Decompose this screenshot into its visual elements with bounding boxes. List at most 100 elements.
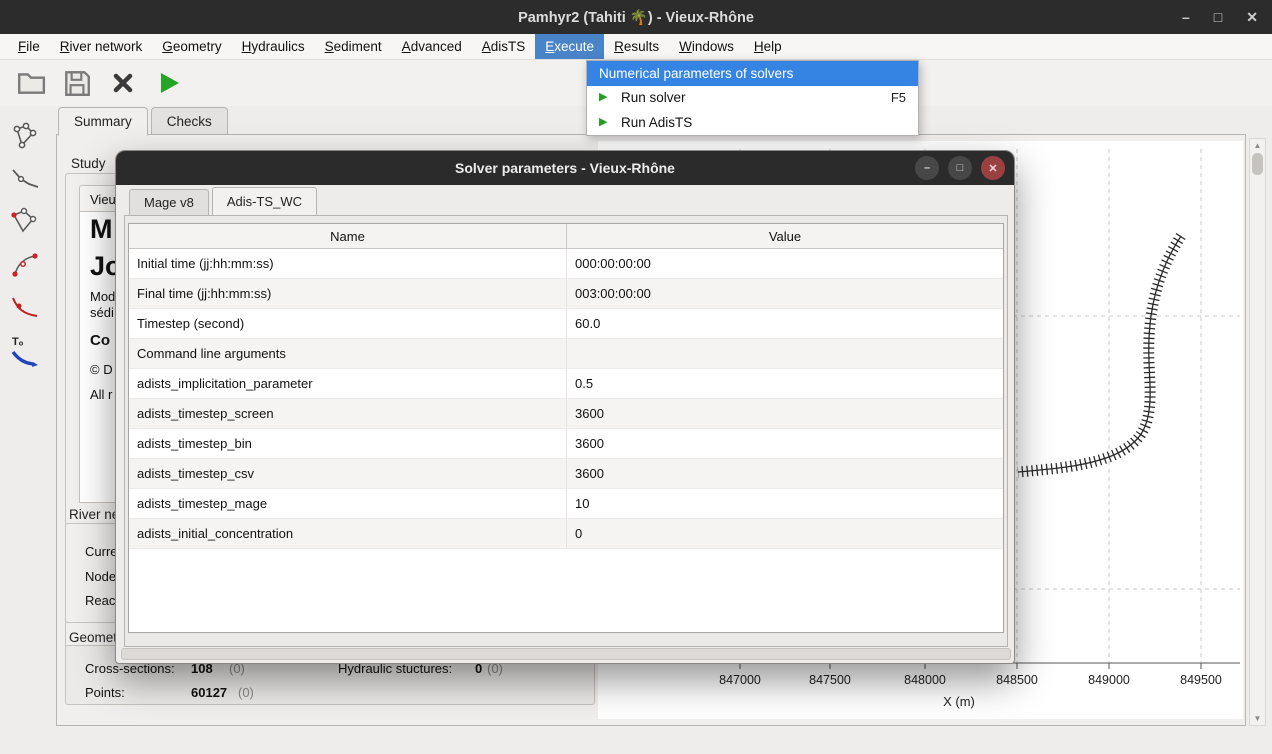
param-name-cell: adists_implicitation_parameter xyxy=(129,369,567,398)
table-row[interactable]: Initial time (jj:hh:mm:ss)000:00:00:00 xyxy=(129,249,1003,279)
sidebar-network-node-red-icon-button[interactable] xyxy=(9,249,41,281)
dialog-titlebar: Solver parameters - Vieux-Rhône – □ ✕ xyxy=(116,151,1014,185)
menu-label: Windows xyxy=(679,39,734,54)
play-icon: ▶ xyxy=(599,117,614,128)
sidebar-slope-red-icon-button[interactable] xyxy=(9,292,41,324)
network-node-red-icon xyxy=(10,250,40,280)
table-row[interactable]: Timestep (second)60.0 xyxy=(129,309,1003,339)
scrollbar-thumb[interactable] xyxy=(1252,153,1263,175)
x-tick-label: 847000 xyxy=(719,673,761,687)
svg-text:Tₒ: Tₒ xyxy=(12,336,24,348)
dialog-title: Solver parameters - Vieux-Rhône xyxy=(455,160,675,176)
menu-execute[interactable]: Execute xyxy=(535,34,604,59)
menu-label: Advanced xyxy=(402,39,462,54)
menu-item-label: Run solver xyxy=(621,90,686,105)
menu-item-run-adists[interactable]: ▶Run AdisTS xyxy=(587,110,918,135)
param-value-cell[interactable]: 3600 xyxy=(567,399,1003,428)
menu-advanced[interactable]: Advanced xyxy=(392,34,472,59)
menu-label: Hydraulics xyxy=(242,39,305,54)
dialog-minimize-icon[interactable]: – xyxy=(915,156,939,180)
param-name-cell: adists_timestep_csv xyxy=(129,459,567,488)
close-icon[interactable]: ✕ xyxy=(1246,9,1258,26)
param-value-cell[interactable]: 3600 xyxy=(567,429,1003,458)
param-value-cell[interactable]: 10 xyxy=(567,489,1003,518)
param-value-cell[interactable]: 0.5 xyxy=(567,369,1003,398)
param-value-cell[interactable]: 003:00:00:00 xyxy=(567,279,1003,308)
menu-geometry[interactable]: Geometry xyxy=(152,34,231,59)
menu-label: AdisTS xyxy=(482,39,526,54)
table-row[interactable]: adists_timestep_screen3600 xyxy=(129,399,1003,429)
menu-item-label: Numerical parameters of solvers xyxy=(599,66,793,81)
titlebar: Pamhyr2 (Tahiti 🌴) - Vieux-Rhône – □ ✕ xyxy=(0,0,1272,34)
menu-file[interactable]: File xyxy=(8,34,50,59)
table-row[interactable]: Command line arguments xyxy=(129,339,1003,369)
tab-checks[interactable]: Checks xyxy=(151,107,228,135)
vertical-scrollbar[interactable]: ▲ ▼ xyxy=(1249,138,1266,726)
close-study-button[interactable] xyxy=(106,66,140,100)
x-tick-label: 849000 xyxy=(1088,673,1130,687)
dialog-close-icon[interactable]: ✕ xyxy=(981,156,1005,180)
menu-item-run-solver[interactable]: ▶Run solverF5 xyxy=(587,86,918,111)
sidebar-profile-icon-button[interactable] xyxy=(9,163,41,195)
table-header-name: Name xyxy=(129,224,567,248)
save-icon xyxy=(62,68,92,98)
param-value-cell[interactable]: 60.0 xyxy=(567,309,1003,338)
menu-sediment[interactable]: Sediment xyxy=(315,34,392,59)
param-name-cell: Initial time (jj:hh:mm:ss) xyxy=(129,249,567,278)
sidebar-translate-blue-icon-button[interactable]: Tₒ xyxy=(9,335,41,367)
x-tick-label: 848500 xyxy=(996,673,1038,687)
doc-line-5: All r xyxy=(90,387,112,402)
stat-points-extra: (0) xyxy=(238,685,254,700)
doc-line-4: © D xyxy=(90,362,113,377)
param-value-cell[interactable]: 000:00:00:00 xyxy=(567,249,1003,278)
dialog-tab-mage-v8[interactable]: Mage v8 xyxy=(129,189,209,215)
x-axis-title: X (m) xyxy=(943,694,975,709)
menu-label: Geometry xyxy=(162,39,221,54)
doc-line-1: Mod xyxy=(90,289,115,304)
solver-parameters-dialog: Solver parameters - Vieux-Rhône – □ ✕ Ma… xyxy=(115,150,1015,664)
table-row[interactable]: Final time (jj:hh:mm:ss)003:00:00:00 xyxy=(129,279,1003,309)
dialog-maximize-icon[interactable]: □ xyxy=(948,156,972,180)
table-row[interactable]: adists_timestep_csv3600 xyxy=(129,459,1003,489)
menu-windows[interactable]: Windows xyxy=(669,34,744,59)
open-study-button[interactable] xyxy=(14,66,48,100)
stat-points-value: 60127 xyxy=(191,685,227,700)
param-value-cell[interactable] xyxy=(567,339,1003,368)
sidebar-toolbar: Tₒ xyxy=(5,120,45,367)
dialog-horizontal-scrollbar[interactable] xyxy=(121,648,1011,660)
menu-label: River network xyxy=(60,39,143,54)
menu-hydraulics[interactable]: Hydraulics xyxy=(232,34,315,59)
tab-summary[interactable]: Summary xyxy=(58,107,148,136)
scroll-down-icon[interactable]: ▼ xyxy=(1250,714,1265,723)
param-value-cell[interactable]: 3600 xyxy=(567,459,1003,488)
sidebar-network-edit-icon-button[interactable] xyxy=(9,206,41,238)
slope-red-icon xyxy=(10,293,40,323)
scroll-up-icon[interactable]: ▲ xyxy=(1250,141,1265,150)
menu-results[interactable]: Results xyxy=(604,34,669,59)
menu-help[interactable]: Help xyxy=(744,34,792,59)
network-edit-icon xyxy=(10,207,40,237)
window-title: Pamhyr2 (Tahiti 🌴) - Vieux-Rhône xyxy=(518,9,754,26)
param-name-cell: adists_timestep_mage xyxy=(129,489,567,518)
sidebar-network-icon-button[interactable] xyxy=(9,120,41,152)
menu-river-network[interactable]: River network xyxy=(50,34,153,59)
play-icon: ▶ xyxy=(599,92,614,103)
maximize-icon[interactable]: □ xyxy=(1214,9,1222,25)
menu-label: Help xyxy=(754,39,782,54)
window-controls: – □ ✕ xyxy=(1182,0,1258,34)
menu-item-numerical-parameters-of-solvers[interactable]: Numerical parameters of solvers xyxy=(587,61,918,86)
table-row[interactable]: adists_timestep_mage10 xyxy=(129,489,1003,519)
param-name-cell: Final time (jj:hh:mm:ss) xyxy=(129,279,567,308)
table-row[interactable]: adists_timestep_bin3600 xyxy=(129,429,1003,459)
menu-adists[interactable]: AdisTS xyxy=(472,34,536,59)
dialog-tab-adis-ts-wc[interactable]: Adis-TS_WC xyxy=(212,187,317,215)
table-row[interactable]: adists_implicitation_parameter0.5 xyxy=(129,369,1003,399)
table-header-value: Value xyxy=(567,224,1003,248)
minimize-icon[interactable]: – xyxy=(1182,9,1190,25)
save-study-button[interactable] xyxy=(60,66,94,100)
table-row[interactable]: adists_initial_concentration0 xyxy=(129,519,1003,549)
param-value-cell[interactable]: 0 xyxy=(567,519,1003,548)
close-x-icon xyxy=(109,69,137,97)
x-tick-label: 847500 xyxy=(809,673,851,687)
run-solver-button[interactable] xyxy=(152,66,186,100)
